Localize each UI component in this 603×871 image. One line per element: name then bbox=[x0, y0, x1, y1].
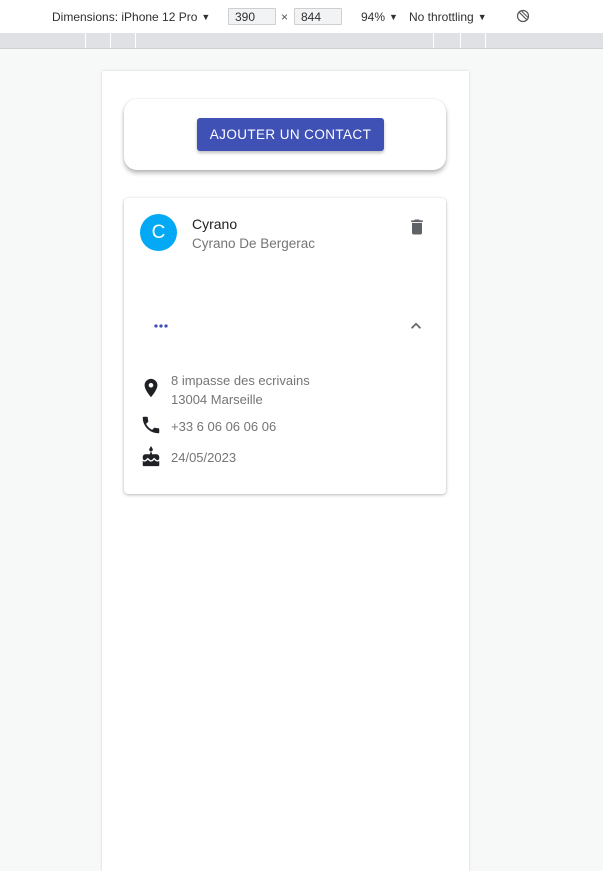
chevron-down-icon: ▼ bbox=[389, 12, 398, 22]
birthday: 24/05/2023 bbox=[171, 450, 237, 465]
width-input[interactable]: 390 bbox=[228, 8, 276, 25]
address: 8 impasse des ecrivains 13004 Marseille bbox=[171, 371, 310, 409]
more-button[interactable] bbox=[151, 316, 171, 336]
rotate-disabled-icon bbox=[516, 9, 530, 23]
chevron-down-icon: ▼ bbox=[477, 12, 487, 22]
address-line-2: 13004 Marseille bbox=[171, 392, 263, 407]
media-query-ruler bbox=[0, 33, 603, 49]
zoom-selector[interactable]: 94% ▼ bbox=[361, 10, 398, 24]
device-viewport: AJOUTER UN CONTACT C Cyrano Cyrano De Be… bbox=[102, 71, 469, 871]
device-selector[interactable]: Dimensions: iPhone 12 Pro ▼ bbox=[52, 10, 210, 24]
contact-card: C Cyrano Cyrano De Bergerac 8 impasse de… bbox=[124, 198, 446, 494]
zoom-label: 94% bbox=[361, 10, 386, 24]
contact-name: Cyrano bbox=[192, 216, 238, 232]
contact-full-name: Cyrano De Bergerac bbox=[192, 236, 316, 251]
dimension-separator: × bbox=[281, 10, 289, 24]
collapse-button[interactable] bbox=[406, 316, 426, 336]
address-line-1: 8 impasse des ecrivains bbox=[171, 373, 310, 388]
add-contact-button[interactable]: AJOUTER UN CONTACT bbox=[197, 118, 384, 151]
location-icon bbox=[140, 377, 162, 399]
rotate-button[interactable] bbox=[516, 9, 530, 23]
add-contact-card: AJOUTER UN CONTACT bbox=[124, 99, 446, 170]
avatar: C bbox=[140, 214, 177, 251]
throttling-label: No throttling bbox=[409, 10, 474, 24]
height-input[interactable]: 844 bbox=[294, 8, 342, 25]
phone-icon bbox=[140, 414, 162, 436]
chevron-down-icon: ▼ bbox=[201, 12, 211, 22]
phone-number: +33 6 06 06 06 06 bbox=[171, 419, 277, 434]
delete-button[interactable] bbox=[407, 217, 427, 237]
devtools-device-toolbar: Dimensions: iPhone 12 Pro ▼ 390 × 844 94… bbox=[0, 0, 603, 34]
device-selector-label: Dimensions: iPhone 12 Pro bbox=[52, 10, 198, 24]
cake-icon bbox=[140, 446, 162, 468]
throttling-selector[interactable]: No throttling ▼ bbox=[409, 10, 487, 24]
trash-icon bbox=[411, 219, 423, 235]
more-horiz-icon bbox=[154, 324, 168, 328]
chevron-up-icon bbox=[411, 322, 421, 329]
